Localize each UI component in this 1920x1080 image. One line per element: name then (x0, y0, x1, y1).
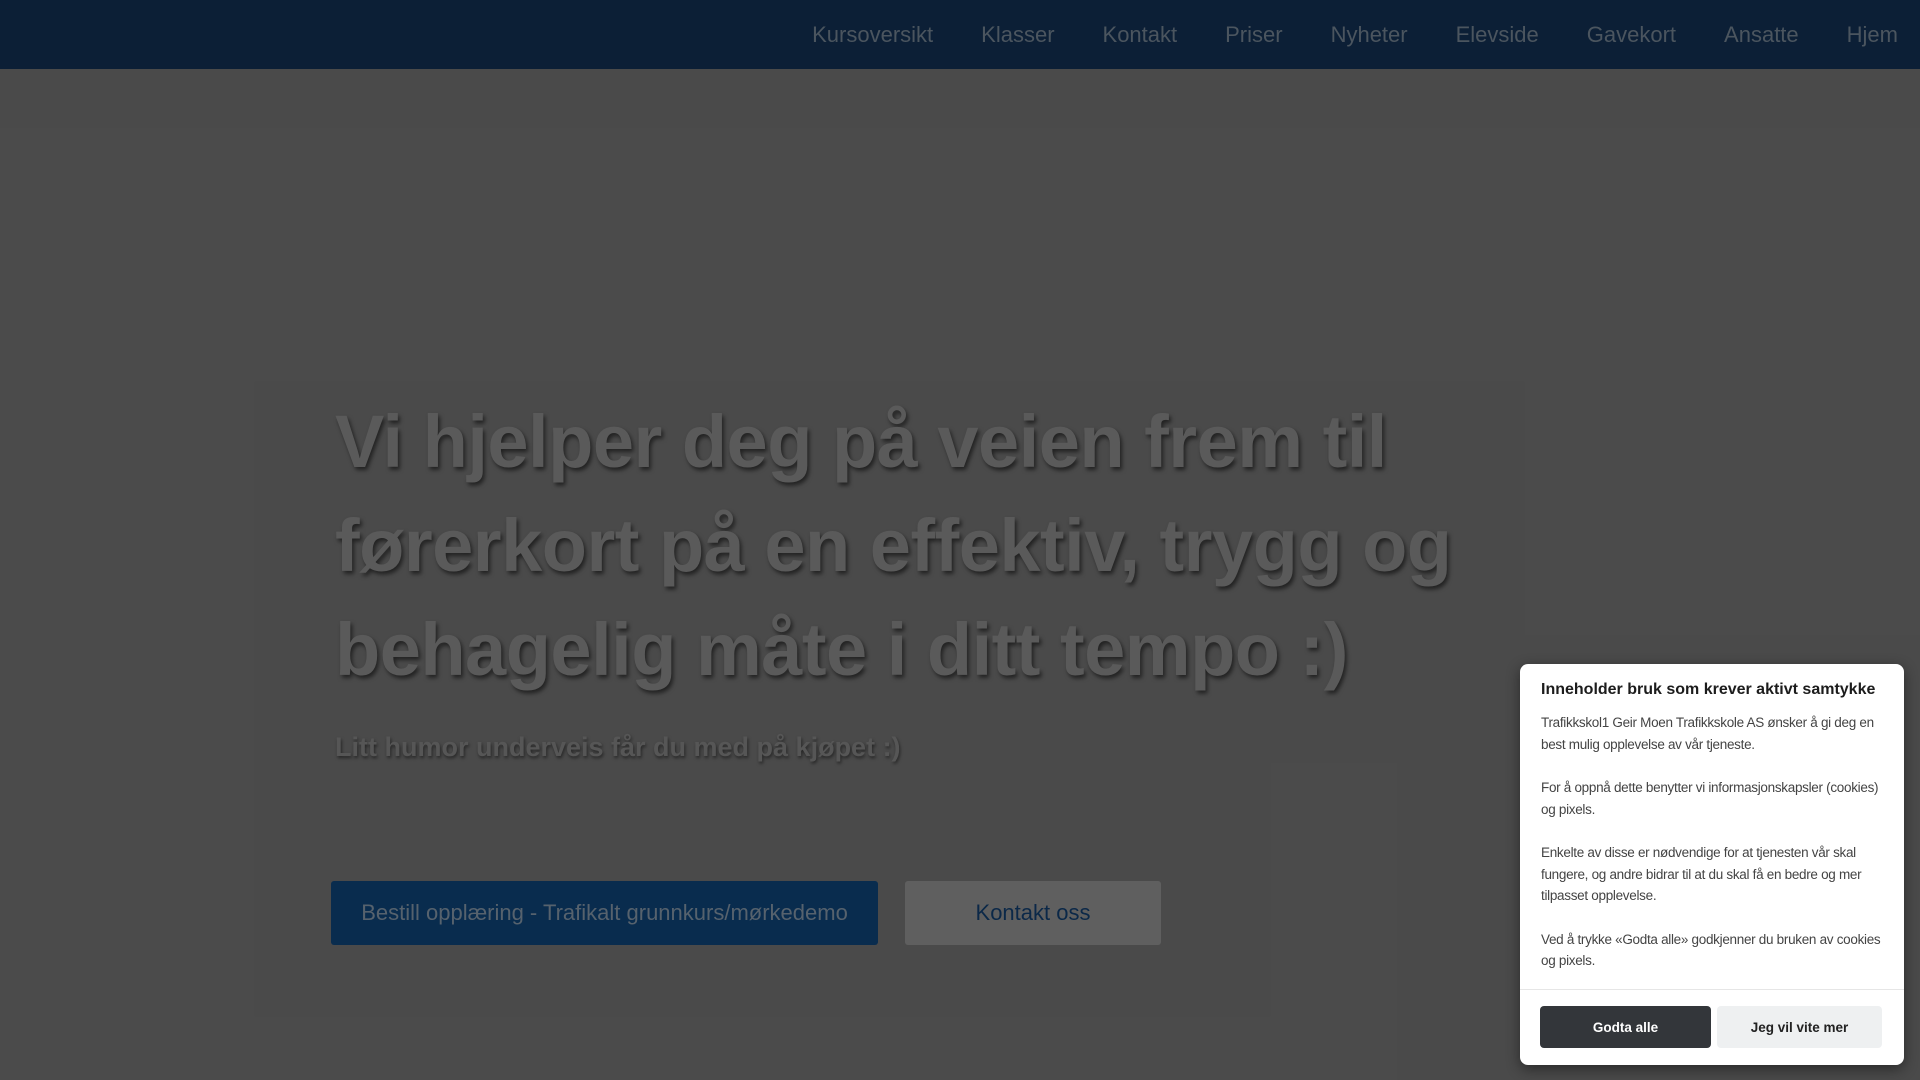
contact-us-button[interactable]: Kontakt oss (905, 881, 1161, 945)
hero-content: Vi hjelper deg på veien frem til førerko… (335, 390, 1515, 763)
nav-item-ansatte[interactable]: Ansatte (1700, 0, 1823, 69)
consent-paragraph: Trafikkskol1 Geir Moen Trafikkskole AS ø… (1541, 715, 1874, 752)
hero-subtitle: Litt humor underveis får du med på kjøpe… (335, 732, 901, 762)
nav-item-nyheter[interactable]: Nyheter (1307, 0, 1432, 69)
main-nav: Kursoversikt Klasser Kontakt Priser Nyhe… (788, 0, 1920, 69)
book-training-button[interactable]: Bestill opplæring - Trafikalt grunnkurs/… (331, 881, 878, 945)
consent-title: Inneholder bruk som krever aktivt samtyk… (1541, 681, 1876, 698)
nav-item-hjem[interactable]: Hjem (1823, 0, 1920, 69)
consent-actions: Godta alle Jeg vil vite mer (1540, 1006, 1882, 1048)
top-navbar: Kursoversikt Klasser Kontakt Priser Nyhe… (0, 0, 1920, 69)
nav-item-kontakt[interactable]: Kontakt (1079, 0, 1202, 69)
nav-item-kursoversikt[interactable]: Kursoversikt (788, 0, 957, 69)
consent-divider (1520, 989, 1904, 990)
consent-paragraph: Enkelte av disse er nødvendige for at tj… (1541, 845, 1862, 903)
nav-item-elevside[interactable]: Elevside (1432, 0, 1563, 69)
hero-title: Vi hjelper deg på veien frem til førerko… (335, 400, 1452, 691)
consent-paragraph: Ved å trykke «Godta alle» godkjenner du … (1541, 931, 1881, 969)
learn-more-button[interactable]: Jeg vil vite mer (1717, 1006, 1882, 1048)
consent-body: Trafikkskol1 Geir Moen Trafikkskole AS ø… (1541, 712, 1884, 972)
nav-item-klasser[interactable]: Klasser (957, 0, 1078, 69)
nav-item-gavekort[interactable]: Gavekort (1563, 0, 1700, 69)
accept-all-button[interactable]: Godta alle (1540, 1006, 1711, 1048)
nav-item-priser[interactable]: Priser (1201, 0, 1306, 69)
hero-buttons: Bestill opplæring - Trafikalt grunnkurs/… (331, 881, 1161, 945)
consent-paragraph: For å oppnå dette benytter vi informasjo… (1541, 780, 1879, 817)
cookie-consent-dialog: Inneholder bruk som krever aktivt samtyk… (1520, 664, 1904, 1065)
